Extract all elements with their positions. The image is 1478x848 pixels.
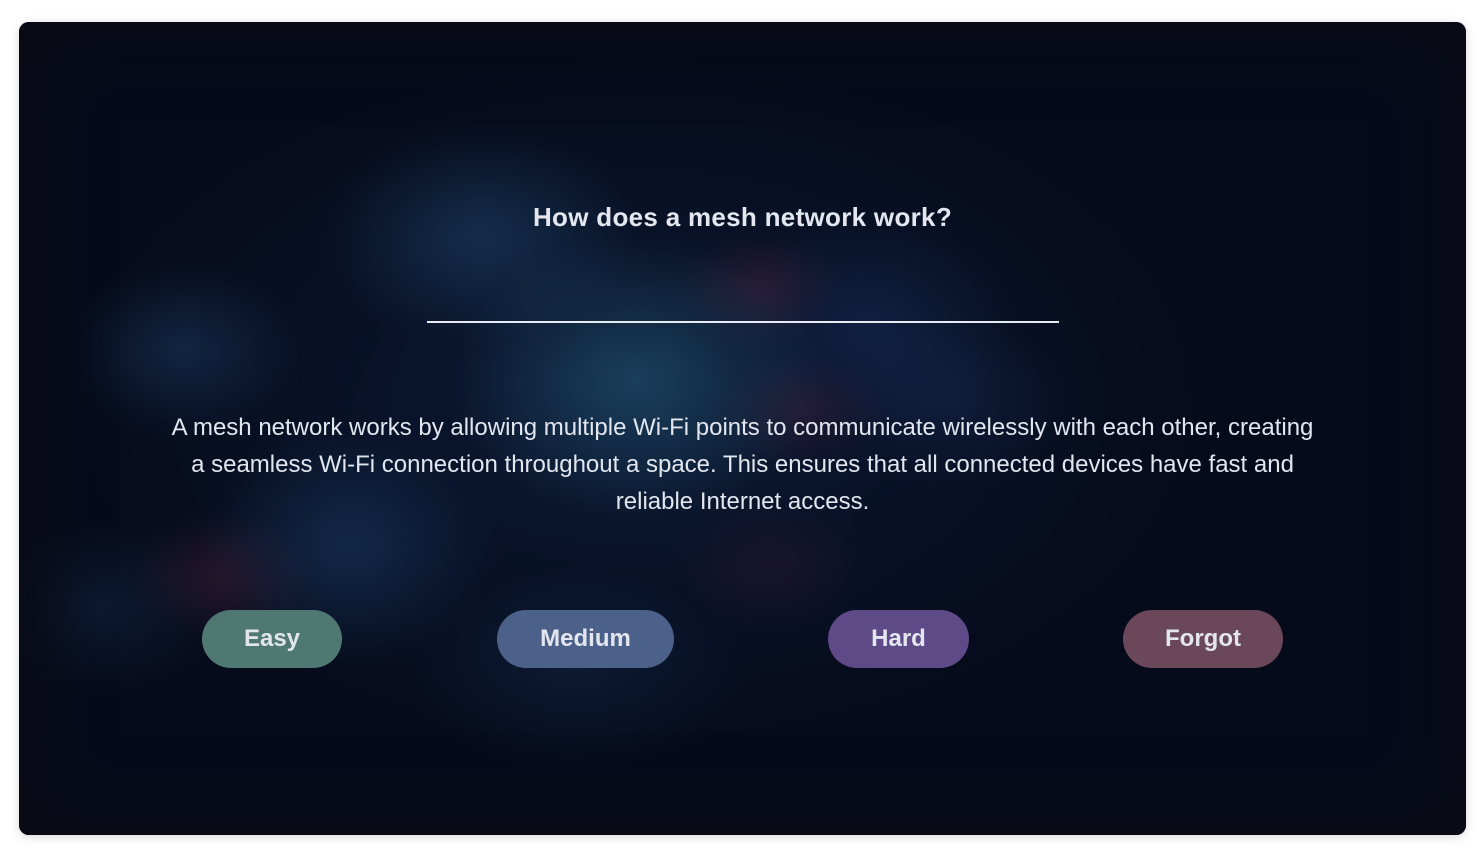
question-answer-divider xyxy=(427,321,1059,323)
answer-text: A mesh network works by allowing multipl… xyxy=(171,414,1314,515)
forgot-button[interactable]: Forgot xyxy=(1123,610,1283,668)
easy-button[interactable]: Easy xyxy=(202,610,342,668)
hard-button[interactable]: Hard xyxy=(828,610,969,668)
flashcard-content: How does a mesh network work? A mesh net… xyxy=(19,22,1466,835)
medium-button[interactable]: Medium xyxy=(497,610,674,668)
flashcard: How does a mesh network work? A mesh net… xyxy=(19,22,1466,835)
question-text: How does a mesh network work? xyxy=(532,202,952,232)
